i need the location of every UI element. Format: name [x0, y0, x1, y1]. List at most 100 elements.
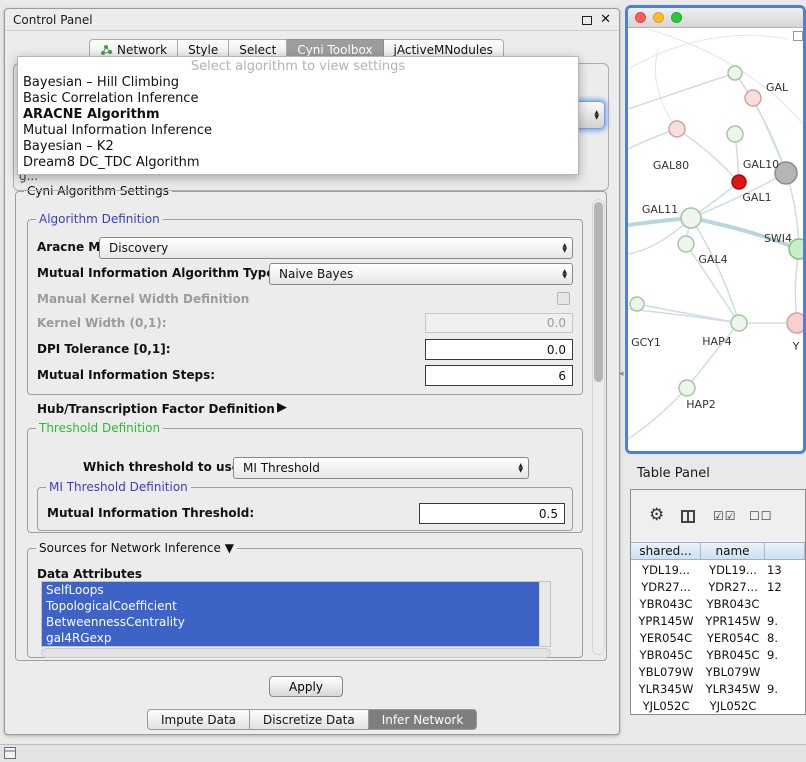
close-traffic-light-icon[interactable] [635, 12, 646, 23]
network-node[interactable] [728, 66, 742, 80]
algorithm-dropdown-popup: Select algorithm to view settings Bayesi… [17, 56, 579, 175]
hub-section-label[interactable]: Hub/Transcription Factor Definition [37, 402, 275, 416]
table-row[interactable]: YPR145W YPR145W 9. [631, 612, 805, 629]
table-body: YDL19... YDL19... 13 YDR27... YDR27... 1… [631, 561, 805, 714]
table-row[interactable]: YDL19... YDL19... 13 [631, 561, 805, 578]
kernel-width-label: Kernel Width (0,1): [37, 316, 167, 330]
tab-impute-data[interactable]: Impute Data [147, 709, 250, 730]
birds-eye-toggle-icon[interactable] [793, 31, 803, 41]
network-node[interactable] [745, 90, 761, 106]
network-node[interactable] [732, 175, 746, 189]
attributes-vertical-scrollbar[interactable] [539, 582, 550, 646]
combo-arrows-icon [562, 243, 567, 253]
mi-steps-label: Mutual Information Steps: [37, 368, 215, 382]
dropdown-placeholder: Select algorithm to view settings [18, 59, 578, 75]
attribute-item-selected[interactable]: TopologicalCoefficient [42, 598, 539, 614]
settings-scrollbar-thumb[interactable] [594, 202, 603, 382]
column-header-partial[interactable] [765, 543, 805, 559]
node-label: GAL80 [653, 159, 689, 172]
combo-arrows-icon [594, 110, 599, 120]
dropdown-item-selected[interactable]: ARACNE Algorithm [18, 107, 578, 123]
dropdown-item[interactable]: Bayesian – Hill Climbing [18, 75, 578, 91]
sources-expander-icon[interactable]: ▼ [225, 541, 234, 555]
bottom-tab-bar: Impute Data Discretize Data Infer Networ… [147, 709, 477, 730]
mi-steps-field[interactable]: 6 [425, 365, 573, 386]
deselect-all-icon[interactable]: ☐☐ [749, 509, 773, 523]
mi-type-label: Mutual Information Algorithm Type: [37, 266, 279, 280]
table-row[interactable]: YJL052C YJL052C [631, 697, 805, 714]
network-node[interactable] [787, 313, 803, 333]
columns-icon[interactable] [681, 510, 695, 523]
tab-discretize-data[interactable]: Discretize Data [250, 709, 369, 730]
node-label: GAL10 [743, 158, 779, 171]
table-row[interactable]: YBR045C YBR045C 9. [631, 646, 805, 663]
node-label: GAL11 [642, 203, 678, 216]
attribute-item-selected[interactable]: BetweennessCentrality [42, 614, 539, 630]
mi-type-select[interactable]: Naive Bayes [269, 263, 573, 285]
network-view-window: GAL GAL80 GAL10 GAL11 GAL1 SWI4 GAL4 GCY… [625, 5, 806, 454]
node-label: GAL1 [742, 191, 771, 204]
column-header-shared[interactable]: shared... [631, 543, 701, 559]
dropdown-item[interactable]: Basic Correlation Inference [18, 91, 578, 107]
bottom-dock-strip [0, 744, 806, 762]
network-canvas[interactable]: GAL GAL80 GAL10 GAL11 GAL1 SWI4 GAL4 GCY… [628, 29, 803, 451]
network-graph: GAL GAL80 GAL10 GAL11 GAL1 SWI4 GAL4 GCY… [628, 29, 803, 452]
table-row[interactable]: YBL079W YBL079W [631, 663, 805, 680]
network-node[interactable] [630, 297, 644, 311]
table-row[interactable]: YBR043C YBR043C [631, 595, 805, 612]
network-node[interactable] [678, 236, 694, 252]
window-title: Control Panel [13, 13, 93, 27]
table-row[interactable]: YDR27... YDR27... 12 [631, 578, 805, 595]
data-attributes-list[interactable]: SelfLoops TopologicalCoefficient Between… [41, 581, 551, 647]
attribute-item-selected[interactable]: SelfLoops [42, 582, 539, 598]
mi-threshold-field[interactable]: 0.5 [419, 503, 565, 524]
network-tab-icon [100, 44, 112, 56]
settings-scrollbar-track[interactable] [592, 199, 605, 655]
aracne-mode-select[interactable]: Discovery [99, 237, 573, 259]
table-header-row: shared... name [631, 542, 805, 560]
table-panel-window: ⚙ ☑☑ ☐☐ shared... name YDL19... YDL19...… [630, 489, 806, 715]
mi-threshold-label: Mutual Information Threshold: [47, 506, 254, 520]
gear-icon[interactable]: ⚙ [649, 507, 664, 524]
dropdown-item[interactable]: Mutual Information Inference [18, 123, 578, 139]
network-node[interactable] [681, 208, 701, 228]
tab-infer-network[interactable]: Infer Network [369, 709, 478, 730]
dpi-tolerance-label: DPI Tolerance [0,1]: [37, 342, 171, 356]
apply-button[interactable]: Apply [269, 676, 343, 697]
table-row[interactable]: YLR345W YLR345W 9. [631, 680, 805, 697]
dpi-tolerance-field[interactable]: 0.0 [425, 339, 573, 360]
which-threshold-select[interactable]: MI Threshold [233, 457, 529, 479]
tab-network-label: Network [117, 43, 167, 57]
network-node[interactable] [731, 315, 747, 331]
table-toolbar: ⚙ ☑☑ ☐☐ [631, 490, 805, 542]
attributes-horizontal-scrollbar[interactable] [41, 648, 551, 658]
network-node[interactable] [727, 126, 743, 142]
network-node[interactable] [679, 380, 695, 396]
network-node[interactable] [669, 121, 685, 137]
table-row[interactable]: YER054C YER054C 8. [631, 629, 805, 646]
close-icon[interactable]: ✕ [600, 12, 611, 27]
network-window-titlebar [628, 8, 803, 28]
node-label: HAP4 [702, 335, 731, 348]
which-threshold-label: Which threshold to use: [83, 460, 245, 474]
column-header-name[interactable]: name [701, 543, 765, 559]
attribute-item-selected[interactable]: gal4RGexp [42, 630, 539, 646]
manual-kernel-checkbox[interactable] [557, 292, 570, 305]
sources-legend[interactable]: Sources for Network Inference [39, 541, 221, 555]
dropdown-item[interactable]: Bayesian – K2 [18, 139, 578, 155]
dropdown-item[interactable]: Dream8 DC_TDC Algorithm [18, 155, 578, 171]
minimize-traffic-light-icon[interactable] [653, 12, 664, 23]
zoom-traffic-light-icon[interactable] [671, 12, 682, 23]
panel-resize-arrow-icon[interactable]: ◂ [619, 369, 624, 379]
restore-panel-icon[interactable] [4, 747, 16, 759]
node-label: GAL4 [698, 253, 727, 266]
data-attributes-label: Data Attributes [37, 567, 142, 581]
node-label: SWI4 [764, 232, 792, 245]
node-label: HAP2 [686, 398, 715, 411]
manual-kernel-label: Manual Kernel Width Definition [37, 292, 249, 306]
float-window-icon[interactable] [582, 16, 592, 25]
select-all-icon[interactable]: ☑☑ [713, 509, 737, 523]
node-label: Y [792, 340, 800, 353]
hub-expander-icon[interactable]: ▶ [277, 400, 287, 415]
control-panel-window: Control Panel ✕ Network Style Select Cyn… [4, 8, 620, 735]
